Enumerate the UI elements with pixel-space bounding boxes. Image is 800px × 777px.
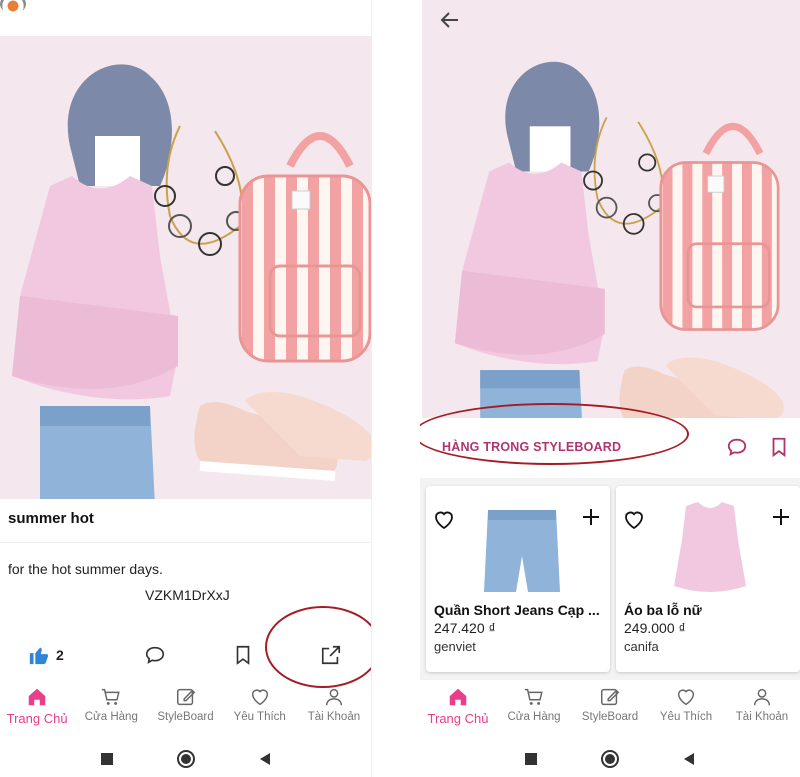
thumbs-up-icon xyxy=(29,647,49,665)
edit-icon xyxy=(176,688,195,706)
like-count: 2 xyxy=(56,647,64,663)
comment-button[interactable] xyxy=(144,640,166,670)
nav-home-label: Trang Chủ xyxy=(6,711,68,726)
section-title: HÀNG TRONG STYLEBOARD xyxy=(442,440,622,454)
bookmark-icon xyxy=(236,645,250,665)
cart-icon xyxy=(524,688,543,705)
home-button-icon[interactable] xyxy=(600,749,620,769)
nav-account-label: Tài Khoản xyxy=(307,711,361,723)
android-system-bar xyxy=(420,740,800,777)
recents-icon[interactable] xyxy=(524,752,538,766)
back-triangle-icon[interactable] xyxy=(682,752,696,766)
user-icon xyxy=(753,688,771,706)
bottom-navigation: Trang Chủ Cửa Hàng StyleBoard Yêu Thích … xyxy=(0,680,371,736)
home-button-icon[interactable] xyxy=(176,749,196,769)
author-avatar[interactable] xyxy=(0,0,26,14)
cart-icon xyxy=(102,688,121,705)
nav-favorites-label: Yêu Thích xyxy=(659,711,713,723)
nav-home[interactable]: Trang Chủ xyxy=(0,680,74,736)
nav-styleboard-label: StyleBoard xyxy=(581,711,639,723)
bookmark-icon[interactable] xyxy=(768,436,790,458)
nav-favorites[interactable]: Yêu Thích xyxy=(223,680,297,736)
favorite-heart-icon[interactable] xyxy=(622,508,646,532)
nav-store-label: Cửa Hàng xyxy=(84,711,138,723)
product-list: Quần Short Jeans Cạp ... 247.420 ₫ genvi… xyxy=(420,478,800,680)
like-button[interactable]: 2 xyxy=(28,640,64,670)
nav-home[interactable]: Trang Chủ xyxy=(420,680,496,736)
post-code: VZKM1DrXxJ xyxy=(145,587,230,603)
open-external-icon xyxy=(321,645,341,665)
heart-icon xyxy=(251,689,268,706)
product-card[interactable]: Quần Short Jeans Cạp ... 247.420 ₫ genvi… xyxy=(426,486,610,672)
comment-icon xyxy=(145,646,165,664)
nav-store[interactable]: Cửa Hàng xyxy=(74,680,148,736)
product-name: Áo ba lỗ nữ xyxy=(624,602,702,618)
product-store: genviet xyxy=(434,639,476,654)
add-icon[interactable] xyxy=(772,508,790,526)
back-arrow-icon[interactable] xyxy=(438,8,462,32)
favorite-heart-icon[interactable] xyxy=(432,508,456,532)
nav-styleboard[interactable]: StyleBoard xyxy=(572,680,648,736)
edit-icon xyxy=(601,688,620,706)
product-store: canifa xyxy=(624,639,659,654)
add-icon[interactable] xyxy=(582,508,600,526)
bottom-navigation: Trang Chủ Cửa Hàng StyleBoard Yêu Thích … xyxy=(420,680,800,736)
heart-icon xyxy=(677,689,695,706)
home-icon xyxy=(449,688,467,706)
product-card[interactable]: Áo ba lỗ nữ 249.000 ₫ canifa xyxy=(616,486,800,672)
nav-home-label: Trang Chủ xyxy=(427,711,489,726)
post-action-bar: 2 xyxy=(0,632,371,678)
nav-styleboard-label: StyleBoard xyxy=(157,711,214,723)
product-price: 249.000 ₫ xyxy=(624,620,686,636)
product-name: Quần Short Jeans Cạp ... xyxy=(434,602,600,618)
nav-styleboard[interactable]: StyleBoard xyxy=(148,680,222,736)
styleboard-items-header: HÀNG TRONG STYLEBOARD xyxy=(420,418,800,478)
nav-favorites[interactable]: Yêu Thích xyxy=(648,680,724,736)
post-detail-panel: summer hot for the hot summer days. VZKM… xyxy=(0,0,372,777)
nav-store[interactable]: Cửa Hàng xyxy=(496,680,572,736)
post-description: for the hot summer days. xyxy=(8,561,163,577)
styleboard-detail-panel: HÀNG TRONG STYLEBOARD Quần Short Jeans C… xyxy=(420,0,800,777)
post-title-row: summer hot xyxy=(0,499,371,543)
outfit-collage-image xyxy=(0,36,371,499)
recents-icon[interactable] xyxy=(100,752,114,766)
denim-shorts-thumbnail xyxy=(484,510,560,592)
home-icon xyxy=(28,688,46,706)
back-triangle-icon[interactable] xyxy=(258,752,272,766)
product-price: 247.420 ₫ xyxy=(434,620,496,636)
tank-top-thumbnail xyxy=(674,502,746,592)
bookmark-button[interactable] xyxy=(232,640,254,670)
user-icon xyxy=(325,688,342,706)
nav-store-label: Cửa Hàng xyxy=(507,711,561,723)
nav-account-label: Tài Khoản xyxy=(735,711,789,723)
share-button[interactable] xyxy=(320,640,342,670)
android-system-bar xyxy=(0,740,371,777)
comment-icon[interactable] xyxy=(726,436,748,458)
nav-account[interactable]: Tài Khoản xyxy=(297,680,371,736)
post-title: summer hot xyxy=(8,510,94,527)
nav-favorites-label: Yêu Thích xyxy=(233,711,286,723)
nav-account[interactable]: Tài Khoản xyxy=(724,680,800,736)
outfit-collage-image xyxy=(422,0,800,418)
